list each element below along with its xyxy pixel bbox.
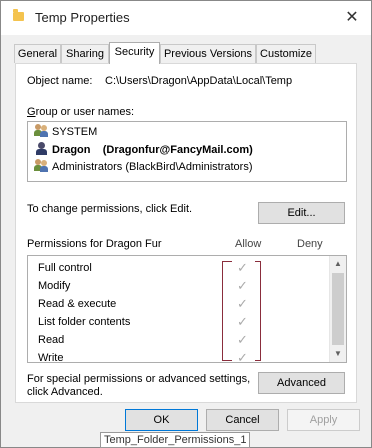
permissions-scrollbar[interactable]: ▲ ▼ (329, 256, 346, 362)
permission-read: Read (38, 334, 65, 346)
apply-button[interactable]: Apply (287, 409, 360, 431)
edit-button[interactable]: Edit... (258, 202, 345, 224)
scroll-up-icon[interactable]: ▲ (330, 256, 346, 272)
allow-check-icon: ✓ (237, 260, 248, 275)
tab-previous-versions[interactable]: Previous Versions (160, 44, 256, 63)
user-list[interactable]: SYSTEM Dragon (Dragonfur@FancyMail.com) … (27, 121, 347, 182)
special-permissions-text-2: click Advanced. (27, 386, 103, 398)
group-users-icon (34, 159, 48, 172)
list-item-selected[interactable]: Dragon (Dragonfur@FancyMail.com) (34, 142, 253, 159)
title-bar: Temp Properties ✕ (1, 1, 371, 35)
highlight-bracket-left (222, 261, 232, 361)
security-panel: Object name: C:\Users\Dragon\AppData\Loc… (15, 63, 357, 403)
user-name: Dragon (Dragonfur@FancyMail.com) (52, 144, 253, 156)
properties-dialog: Temp Properties ✕ General Sharing Securi… (0, 0, 372, 448)
object-name-label: Object name: (27, 75, 93, 87)
single-user-icon (34, 142, 48, 155)
scroll-down-icon[interactable]: ▼ (330, 346, 346, 362)
cancel-button[interactable]: Cancel (206, 409, 279, 431)
permissions-label: Permissions for Dragon Fur (27, 238, 162, 250)
ok-button[interactable]: OK (125, 409, 198, 431)
allow-check-icon: ✓ (237, 278, 248, 293)
allow-check-icon: ✓ (237, 314, 248, 329)
special-permissions-text: For special permissions or advanced sett… (27, 373, 251, 385)
permission-write: Write (38, 352, 64, 364)
group-names-label: Group or user names: (27, 106, 134, 118)
image-caption: Temp_Folder_Permissions_1 (100, 432, 251, 448)
allow-check-icon: ✓ (237, 332, 248, 347)
user-name: Administrators (BlackBird\Administrators… (52, 161, 253, 173)
deny-header: Deny (297, 238, 323, 250)
permission-modify: Modify (38, 280, 71, 292)
permission-full-control: Full control (38, 262, 92, 274)
user-name: SYSTEM (52, 126, 98, 138)
change-permissions-text: To change permissions, click Edit. (27, 203, 193, 215)
advanced-button[interactable]: Advanced (258, 372, 345, 394)
allow-header: Allow (235, 238, 262, 250)
list-item[interactable]: Administrators (BlackBird\Administrators… (34, 159, 253, 176)
tab-security[interactable]: Security (109, 42, 160, 64)
group-users-icon (34, 124, 48, 137)
scroll-thumb[interactable] (332, 273, 344, 345)
permission-read-execute: Read & execute (38, 298, 117, 310)
folder-icon (13, 9, 24, 21)
list-item[interactable]: SYSTEM (34, 124, 97, 141)
tab-sharing[interactable]: Sharing (61, 44, 109, 63)
tab-general[interactable]: General (14, 44, 61, 63)
window-title: Temp Properties (35, 10, 130, 25)
highlight-bracket-right (255, 261, 261, 361)
permission-list-folder-contents: List folder contents (38, 316, 131, 328)
close-icon[interactable]: ✕ (339, 5, 365, 31)
allow-check-icon: ✓ (237, 350, 248, 365)
object-name-value: C:\Users\Dragon\AppData\Local\Temp (105, 75, 293, 87)
tab-customize[interactable]: Customize (256, 44, 316, 63)
permissions-list: Full control Modify Read & execute List … (27, 255, 347, 365)
allow-check-icon: ✓ (237, 296, 248, 311)
